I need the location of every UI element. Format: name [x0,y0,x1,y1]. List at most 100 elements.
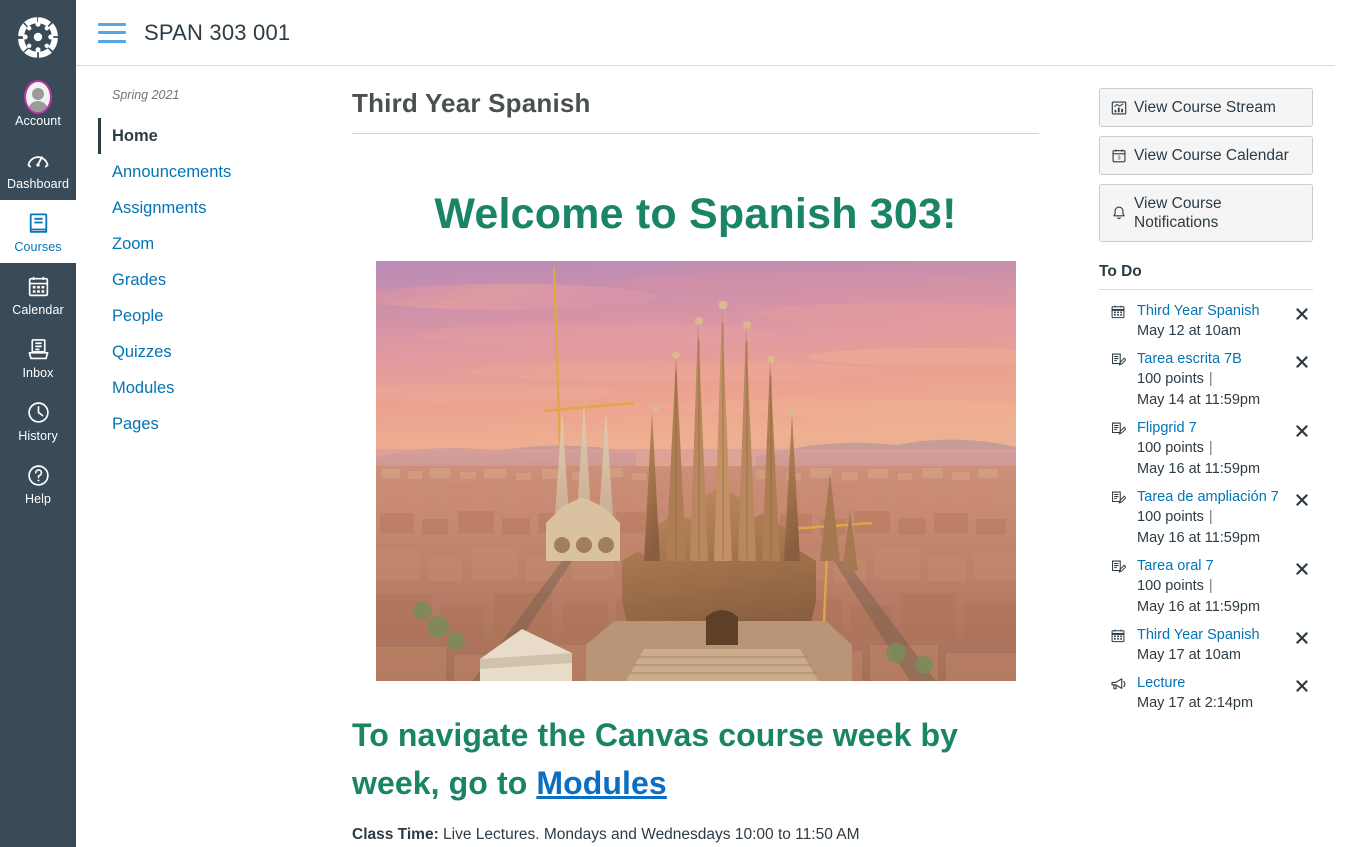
welcome-heading: Welcome to Spanish 303! [434,190,957,238]
todo-item-title[interactable]: Tarea escrita 7B [1137,350,1242,369]
course-context: SPAN 303 001 Spring 2021 Home Announceme… [76,0,1349,847]
calendar-day-icon: 3 [1110,147,1127,164]
dismiss-icon[interactable] [1291,420,1313,442]
dismiss-icon[interactable] [1291,558,1313,580]
course-navigation: Spring 2021 Home Announcements Assignmen… [76,66,280,847]
avatar-icon [24,80,52,114]
assignment-icon [1109,559,1127,575]
course-nav-item-modules[interactable]: Modules [98,370,280,406]
todo-item-due: May 16 at 11:59pm [1137,461,1261,477]
course-nav-item-people[interactable]: People [98,298,280,334]
todo-item-due: May 14 at 11:59pm [1137,392,1261,408]
course-topbar: SPAN 303 001 [76,0,1335,66]
todo-points-value: 100 points [1137,371,1204,387]
canvas-logo-mark [16,15,60,59]
view-course-notifications-label: View Course Notifications [1134,195,1222,231]
bell-icon [1110,205,1127,222]
todo-item-due: May 17 at 10am [1137,647,1241,663]
global-nav-account[interactable]: Account [0,74,76,137]
modules-link[interactable]: Modules [536,765,666,801]
todo-points-value: 100 points [1137,578,1204,594]
todo-item-title[interactable]: Flipgrid 7 [1137,419,1197,438]
class-time-label: Class Time: [352,826,439,843]
course-right-sidebar: View Course Stream 3 View Course Calenda… [1075,66,1349,847]
course-nav-item-quizzes[interactable]: Quizzes [98,334,280,370]
global-nav-courses-label: Courses [14,240,62,254]
view-course-calendar-label: View Course Calendar [1134,147,1289,164]
todo-list-item: Flipgrid 7 100 points | May 16 at 11:59pm [1099,413,1313,482]
todo-item-points: 100 points | [1137,576,1291,597]
announcement-megaphone-icon [1109,676,1127,693]
todo-item-body: Tarea de ampliación 7 100 points | May 16… [1137,488,1291,549]
todo-item-due: May 12 at 10am [1137,323,1241,339]
course-nav-item-announcements[interactable]: Announcements [98,154,280,190]
course-stream-chart-icon [1110,99,1127,116]
todo-item-points: 100 points | [1137,507,1291,528]
dismiss-icon[interactable] [1291,675,1313,697]
todo-item-due: May 17 at 2:14pm [1137,695,1254,711]
course-nav-item-assignments[interactable]: Assignments [98,190,280,226]
view-course-stream-button[interactable]: View Course Stream [1099,88,1313,127]
global-nav-calendar-label: Calendar [12,303,64,317]
todo-points-separator: | [1208,509,1213,525]
view-course-calendar-button[interactable]: 3 View Course Calendar [1099,136,1313,175]
todo-divider [1099,289,1313,290]
course-nav-item-pages[interactable]: Pages [98,406,280,442]
todo-item-due: May 16 at 11:59pm [1137,530,1261,546]
todo-item-title[interactable]: Tarea de ampliación 7 [1137,488,1279,507]
todo-item-title[interactable]: Third Year Spanish [1137,302,1260,321]
todo-item-points: 100 points | [1137,438,1291,459]
global-nav-account-label: Account [15,114,61,128]
calendar-event-icon [1109,628,1127,644]
view-course-notifications-button[interactable]: View Course Notifications [1099,184,1313,242]
todo-item-title[interactable]: Third Year Spanish [1137,626,1260,645]
assignment-icon [1109,421,1127,437]
course-body: Spring 2021 Home Announcements Assignmen… [76,66,1349,847]
todo-points-separator: | [1208,440,1213,456]
todo-item-body: Third Year Spanish May 12 at 10am [1137,302,1291,342]
global-nav-history[interactable]: History [0,389,76,452]
calendar-event-icon [1109,304,1127,320]
dashboard-gauge-icon [24,146,52,174]
svg-text:3: 3 [1117,155,1120,161]
todo-list-item: Third Year Spanish May 12 at 10am [1099,296,1313,344]
todo-item-points: 100 points | [1137,369,1291,390]
class-time-line: Class Time: Live Lectures. Mondays and W… [352,823,1039,846]
todo-points-value: 100 points [1137,440,1204,456]
term-label: Spring 2021 [112,88,180,102]
course-nav-item-grades[interactable]: Grades [98,262,280,298]
course-nav-item-zoom[interactable]: Zoom [98,226,280,262]
view-course-stream-label: View Course Stream [1134,99,1276,116]
assignment-icon [1109,352,1127,368]
todo-item-title[interactable]: Lecture [1137,674,1185,693]
global-nav-calendar[interactable]: Calendar [0,263,76,326]
global-nav-help-label: Help [24,492,52,506]
dismiss-icon[interactable] [1291,489,1313,511]
global-navigation: Account Dashboard Courses Calendar Inbox… [0,0,76,847]
hamburger-icon[interactable] [98,22,126,43]
inbox-tray-icon [24,335,52,363]
global-nav-inbox[interactable]: Inbox [0,326,76,389]
course-nav-list: Home Announcements Assignments Zoom Grad… [98,118,280,442]
todo-list-item: Tarea escrita 7B 100 points | May 14 at 1… [1099,344,1313,413]
todo-item-title[interactable]: Tarea oral 7 [1137,557,1214,576]
todo-list-item: Third Year Spanish May 17 at 10am [1099,620,1313,668]
dismiss-icon[interactable] [1291,627,1313,649]
course-code-title: SPAN 303 001 [144,19,291,45]
dismiss-icon[interactable] [1291,351,1313,373]
clock-icon [24,398,52,426]
navigate-heading: To navigate the Canvas course week by we… [352,711,1039,807]
global-nav-help[interactable]: Help [0,452,76,515]
global-nav-history-label: History [18,429,58,443]
global-nav-courses[interactable]: Courses [0,200,76,263]
canvas-logo[interactable] [0,0,76,74]
todo-item-body: Lecture May 17 at 2:14pm [1137,674,1291,714]
dismiss-icon[interactable] [1291,303,1313,325]
course-nav-item-home[interactable]: Home [98,118,280,154]
page-title: Third Year Spanish [352,88,1039,134]
sagrada-familia-photo [375,261,1016,681]
question-circle-icon [24,461,52,489]
global-nav-dashboard[interactable]: Dashboard [0,137,76,200]
todo-points-value: 100 points [1137,509,1204,525]
courses-book-icon [24,209,52,237]
